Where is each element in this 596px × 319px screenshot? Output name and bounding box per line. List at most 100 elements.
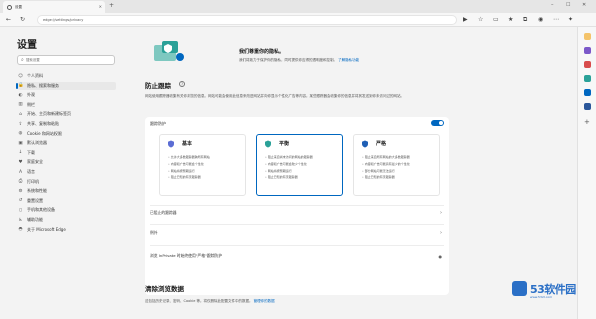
sidebar-item-label: 家庭安全 [27,159,43,165]
search-sidebar-icon[interactable] [584,33,591,40]
sidebar-item[interactable]: ◐ 外观 [18,91,116,99]
settings-gear-icon [7,4,12,10]
exceptions-label: 例外 [150,230,158,235]
favorites-icon[interactable]: ★ [508,16,513,23]
browser-icon: ▣ [18,140,23,146]
site-watermark-logo: 53软件园 www.53xt.com [512,281,580,303]
sidebar-item-label: 下载 [27,149,35,155]
tracking-toggle-label: 跟踪防护 [150,121,166,126]
basic-shield-icon [168,140,174,148]
option-title: 严格 [376,141,387,147]
exceptions-row[interactable]: 例外 › [150,228,444,238]
banner-text: 我们将致力于保护你的隐私，同时提供你应得的透明度和控制。 了解隐私功能 [239,58,359,63]
divider [150,224,444,225]
family-icon: ♥ [18,159,23,165]
sidebar-item[interactable]: ↓ 下载 [18,149,116,157]
main-content: 我们尊重你的隐私。 我们将致力于保护你的隐私，同时提供你应得的透明度和控制。 了… [128,28,577,319]
sidebar-item[interactable]: ▯ 手机和其他设备 [18,206,116,214]
address-bar: ← ↻ edge://settings/privacy ▶ ☆ ▭ ★ ⧉ ◉ … [0,13,596,27]
search-input[interactable] [25,58,106,62]
sidebar-item-label: 关于 Microsoft Edge [27,226,66,232]
help-icon[interactable]: ? [179,81,185,87]
sidebar-item-label: 语言 [27,169,35,174]
outlook-icon[interactable] [584,103,591,110]
back-arrow-icon[interactable]: ← [6,16,11,23]
chevron-right-icon: › [440,230,442,236]
read-aloud-icon[interactable]: ▶ [463,16,468,23]
option-bullet: 阻止来自尚未访问的网站的跟踪器 [265,154,341,161]
option-bullets: 允许大多数跟踪器跨所有网站内容和广告可能会个性化网站将按预期运行阻止已知的有害跟… [168,154,244,181]
sidebar-item[interactable]: ◍ Cookie 和网站权限 [18,130,116,138]
copilot-icon[interactable]: ✦ [568,16,573,23]
edge-icon: ◓ [18,227,23,233]
favorite-star-icon[interactable]: ☆ [478,16,483,23]
lock-icon: 🔒 [18,83,24,89]
tools-icon[interactable] [584,61,591,68]
tab-close-icon[interactable]: ✕ [99,4,102,9]
sidebar-item[interactable]: ◓ 关于 Microsoft Edge [18,226,116,234]
palette-icon: ◐ [18,92,23,98]
tracking-description: 网站使用跟踪器收集有关你浏览的信息。网站可能会使用此信息来改进网站并向你显示个性… [145,94,404,98]
tab-settings[interactable]: 设置 ✕ [3,1,105,13]
privacy-banner: 我们尊重你的隐私。 我们将致力于保护你的隐私，同时提供你应得的透明度和控制。 了… [145,36,430,68]
manage-data-link[interactable]: 管理你的数据 [254,299,275,303]
sidebar-item-label: 隐私、搜索和服务 [27,82,59,88]
sidebar-item[interactable]: ♥ 家庭安全 [18,158,116,166]
privacy-features-link[interactable]: 了解隐私功能 [338,58,359,62]
clear-data-text: 这包括历史记录、密码、Cookie 等。将仅删除此配置文件中的数据。 [145,299,253,303]
games-icon[interactable] [584,75,591,82]
sidebar-item-label: 重置设置 [27,197,43,203]
sidebar-item[interactable]: ▣ 默认浏览器 [18,139,116,147]
sidebar-item-label: 辅助功能 [27,217,43,222]
url-field[interactable]: edge://settings/privacy [37,15,457,25]
printer-icon: ⎙ [18,179,23,185]
minimize-button[interactable]: – [551,2,554,8]
sidebar-item[interactable]: ↺ 重置设置 [18,197,116,205]
option-bullet: 部分网站可能无法运行 [362,168,438,175]
more-menu-icon[interactable]: ⋯ [553,16,559,23]
split-screen-icon[interactable]: ▭ [493,16,499,23]
divider [150,245,444,246]
maximize-button[interactable]: ☐ [566,2,570,8]
close-window-button[interactable]: ✕ [582,2,586,8]
sidebar-item[interactable]: ♿ 辅助功能 [18,216,116,224]
option-bullet: 阻止已知的有害跟踪器 [362,174,438,181]
add-sidebar-icon[interactable]: + [584,119,591,126]
sidebar-item[interactable]: ⌂ 开始、主页和新建标签页 [18,110,116,118]
sidebar-item-label: Cookie 和网站权限 [27,130,62,136]
profile-icon[interactable]: ◉ [538,16,543,23]
tracking-option-card[interactable]: 基本允许大多数跟踪器跨所有网站内容和广告可能会个性化网站将按预期运行阻止已知的有… [159,134,246,196]
toggle-knob-icon[interactable]: ● [439,254,443,259]
clear-data-description: 这包括历史记录、密码、Cookie 等。将仅删除此配置文件中的数据。 管理你的数… [145,299,275,304]
new-tab-button[interactable]: + [109,2,114,9]
sidebar-icon: ▥ [18,102,23,108]
sidebar-item[interactable]: ⎙ 打印机 [18,178,116,186]
sidebar-item[interactable]: ⇪ 共享、复制和粘贴 [18,120,116,128]
tracking-card: 跟踪防护 基本允许大多数跟踪器跨所有网站内容和广告可能会个性化网站将按预期运行阻… [145,117,449,295]
sidebar-item[interactable]: A 语言 [18,168,116,176]
sidebar-item[interactable]: ▥ 侧栏 [18,101,116,109]
shopping-icon[interactable] [584,47,591,54]
tracking-option-card[interactable]: 严格阻止来自所有网站的大多数跟踪器内容和广告可能具有最少的个性化部分网站可能无法… [353,134,440,196]
option-title: 基本 [182,141,193,147]
office-icon[interactable] [584,89,591,96]
tracking-option-card[interactable]: 平衡阻止来自尚未访问的网站的跟踪器内容和广告可能会较少个性化网站将按预期运行阻止… [256,134,343,196]
watermark-box-icon [512,281,527,296]
strict-shield-icon [362,140,368,148]
settings-title: 设置 [17,40,37,51]
collections-icon[interactable]: ⧉ [523,16,527,24]
sidebar-item[interactable]: ⚙ 系统和性能 [18,187,116,195]
search-icon: ⌕ [21,57,24,63]
option-bullet: 网站将按预期运行 [168,168,244,175]
sidebar-item-label: 默认浏览器 [27,140,47,146]
blocked-trackers-row[interactable]: 已阻止的跟踪器 › [150,208,444,218]
refresh-icon[interactable]: ↻ [20,16,25,23]
sidebar-item-label: 共享、复制和粘贴 [27,121,59,126]
inprivate-strict-row[interactable]: 浏览 InPrivate 时始终使用"严格"跟踪防护 ● [150,251,444,261]
tracking-toggle[interactable] [431,120,444,126]
sidebar-item[interactable]: 🔒 隐私、搜索和服务 [16,81,116,90]
sidebar-item[interactable]: ☺ 个人资料 [18,72,116,80]
option-bullet: 阻止已知的有害跟踪器 [168,174,244,181]
search-settings-box[interactable]: ⌕ [17,55,115,65]
sidebar-item-label: 个人资料 [27,73,43,78]
